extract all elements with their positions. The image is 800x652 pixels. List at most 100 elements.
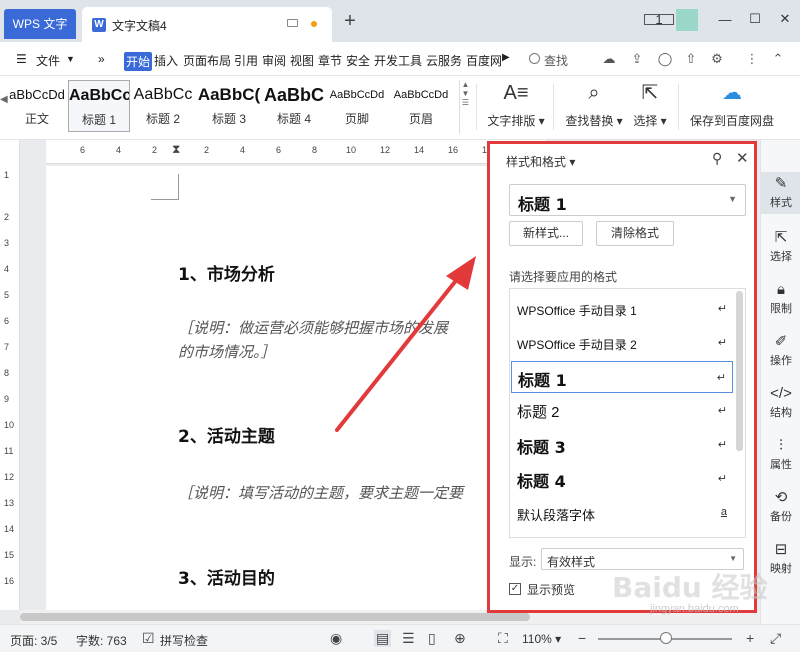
scrollbar-thumb[interactable] bbox=[20, 613, 530, 621]
fit-page-icon[interactable]: ⛶ bbox=[498, 630, 508, 647]
web-view-icon[interactable]: ⊕ bbox=[454, 630, 466, 647]
share-icon[interactable]: ⇪ bbox=[628, 51, 646, 67]
sidebar-item-styles[interactable]: ✎ 样式 bbox=[761, 172, 800, 214]
style-header[interactable]: AaBbCcDd 页眉 bbox=[390, 80, 452, 132]
list-item-selected[interactable]: 标题 1 ↵ bbox=[511, 361, 733, 393]
reading-view-icon[interactable]: ▯ bbox=[428, 630, 436, 647]
sidebar-item-structure[interactable]: </> 结构 bbox=[761, 384, 800, 420]
zoom-level[interactable]: 110% ▾ bbox=[522, 632, 561, 646]
unsaved-dot-icon bbox=[311, 21, 317, 27]
spellcheck-label[interactable]: 拼写检查 bbox=[160, 632, 208, 649]
sidebar-item-actions[interactable]: ✐ 操作 bbox=[761, 332, 800, 368]
style-heading-2[interactable]: AaBbCc 标题 2 bbox=[132, 80, 194, 132]
heading-activity-purpose[interactable]: 3、活动目的 bbox=[178, 564, 275, 589]
title-bar: WPS 文字 W 文字文稿4 + 1 — ☐ ✕ bbox=[0, 0, 800, 42]
settings-gear-icon[interactable]: ⚙ bbox=[708, 51, 726, 67]
note-paragraph-1[interactable]: ［说明：做运营必须能够把握市场的发展 的市场情况。］ bbox=[178, 316, 448, 364]
checkbox-icon[interactable]: ☑ bbox=[142, 630, 155, 647]
new-tab-button[interactable]: + bbox=[338, 10, 362, 33]
menu-view[interactable]: 视图 bbox=[290, 52, 314, 69]
window-controls: 1 — ☐ ✕ bbox=[644, 0, 800, 38]
list-item[interactable]: 标题 2 ↵ bbox=[511, 395, 733, 427]
sidebar-item-restrict[interactable]: 🔒︎ 限制 bbox=[761, 280, 800, 316]
gallery-scrollbar[interactable]: ▲ ▼ ☰ bbox=[459, 80, 471, 134]
search-label[interactable]: 查找 bbox=[544, 52, 568, 69]
wps-home-tab[interactable]: WPS 文字 bbox=[4, 9, 76, 39]
list-item[interactable]: WPSOffice 手动目录 2 ↵ bbox=[511, 327, 733, 359]
zoom-out-icon[interactable]: − bbox=[578, 630, 586, 646]
eye-icon[interactable]: ◉ bbox=[330, 630, 342, 647]
ribbon-divider bbox=[476, 84, 477, 130]
menu-overflow-icon[interactable]: » bbox=[98, 52, 105, 66]
search-icon[interactable] bbox=[529, 53, 540, 64]
monitor-icon[interactable] bbox=[287, 19, 298, 27]
menu-page-layout[interactable]: 页面布局 bbox=[183, 52, 231, 69]
cloud-sync-icon[interactable]: ☁ bbox=[600, 51, 618, 67]
document-tab[interactable]: W 文字文稿4 bbox=[82, 7, 332, 42]
text-layout-button[interactable]: A≡ 文字排版 ▾ bbox=[486, 80, 546, 129]
list-item[interactable]: 默认段落字体 a bbox=[511, 497, 733, 529]
ribbon-divider bbox=[553, 84, 554, 130]
find-replace-button[interactable]: ⌕ 查找替换 ▾ bbox=[564, 80, 624, 129]
clear-format-button[interactable]: 清除格式 bbox=[596, 221, 674, 246]
export-icon[interactable]: ⇧ bbox=[682, 51, 700, 67]
menu-home[interactable]: 开始 bbox=[124, 52, 153, 71]
list-item[interactable]: 标题 3 ↵ bbox=[511, 429, 733, 461]
file-chevron-down-icon[interactable]: ▼ bbox=[66, 54, 75, 64]
panel-title[interactable]: 样式和格式 ▾ bbox=[506, 153, 575, 170]
new-style-button[interactable]: 新样式... bbox=[509, 221, 583, 246]
style-normal[interactable]: aBbCcDd 正文 bbox=[8, 80, 66, 132]
fullscreen-icon[interactable]: ⤢ bbox=[770, 630, 781, 647]
sidebar-item-backup[interactable]: ⟲ 备份 bbox=[761, 488, 800, 524]
menu-file[interactable]: 文件 bbox=[36, 52, 60, 69]
page-indicator[interactable]: 页面: 3/5 bbox=[10, 632, 57, 649]
style-footer[interactable]: AaBbCcDd 页脚 bbox=[326, 80, 388, 132]
close-icon[interactable]: ✕ bbox=[736, 149, 749, 167]
menu-security[interactable]: 安全 bbox=[346, 52, 370, 69]
save-to-baidu-button[interactable]: ☁ 保存到百度网盘 bbox=[686, 80, 778, 129]
menu-cloud[interactable]: 云服务 bbox=[426, 52, 462, 69]
mapping-icon: ⊟ bbox=[774, 541, 788, 558]
zoom-slider-knob[interactable] bbox=[660, 632, 672, 644]
style-heading-1[interactable]: AaBbCcI 标题 1 bbox=[68, 80, 130, 132]
document-page[interactable]: 1、市场分析 ［说明：做运营必须能够把握市场的发展 的市场情况。］ 2、活动主题… bbox=[46, 166, 546, 624]
heading-market-analysis[interactable]: 1、市场分析 bbox=[178, 260, 275, 285]
hamburger-icon[interactable]: ☰ bbox=[16, 52, 27, 66]
window-badge[interactable]: 1 bbox=[644, 12, 674, 27]
page-view-icon[interactable]: ▤ bbox=[374, 630, 392, 647]
list-item[interactable]: WPSOffice 手动目录 1 ↵ bbox=[511, 293, 733, 325]
collapse-ribbon-icon[interactable]: ⌃ bbox=[769, 51, 787, 67]
sidebar-item-select[interactable]: ⇱ 选择 bbox=[761, 228, 800, 264]
menu-review[interactable]: 审阅 bbox=[262, 52, 286, 69]
comment-icon[interactable]: ◯ bbox=[656, 51, 674, 67]
show-preview-checkbox[interactable]: ✓ bbox=[509, 583, 521, 595]
chevron-down-icon: ▼ bbox=[728, 194, 737, 204]
zoom-in-icon[interactable]: + bbox=[746, 630, 754, 646]
current-style-dropdown[interactable]: 标题 1 ▼ bbox=[509, 184, 746, 216]
pin-icon[interactable]: ⚲ bbox=[712, 150, 722, 167]
menu-insert[interactable]: 插入 bbox=[154, 52, 178, 69]
menu-references[interactable]: 引用 bbox=[234, 52, 258, 69]
select-button[interactable]: ⇱ 选择 ▾ bbox=[630, 80, 670, 129]
menu-baidu[interactable]: 百度网 bbox=[466, 52, 502, 69]
sidebar-item-properties[interactable]: ⫶ 属性 bbox=[761, 436, 800, 472]
list-item[interactable]: 标题 4 ↵ bbox=[511, 463, 733, 495]
outline-view-icon[interactable]: ☰ bbox=[402, 630, 415, 647]
close-window-icon[interactable]: ✕ bbox=[770, 11, 800, 27]
note-paragraph-2[interactable]: ［说明：填写活动的主题，要求主题一定要 bbox=[178, 481, 463, 505]
style-heading-3[interactable]: AaBbC( 标题 3 bbox=[196, 80, 262, 132]
style-heading-4[interactable]: AaBbC 标题 4 bbox=[262, 80, 326, 132]
more-options-icon[interactable]: ⋮ bbox=[743, 51, 761, 67]
baidu-watermark-url: jingyan.baidu.com bbox=[650, 603, 739, 615]
list-scrollbar[interactable] bbox=[736, 291, 743, 451]
maximize-icon[interactable]: ☐ bbox=[740, 11, 770, 27]
minimize-icon[interactable]: — bbox=[710, 12, 740, 27]
word-count[interactable]: 字数: 763 bbox=[76, 632, 127, 649]
menu-developer[interactable]: 开发工具 bbox=[374, 52, 422, 69]
heading-activity-theme[interactable]: 2、活动主题 bbox=[178, 422, 275, 447]
menu-scroll-right-icon[interactable]: ▶ bbox=[502, 52, 510, 63]
document-tab-title: 文字文稿4 bbox=[112, 19, 167, 33]
panel-header: 样式和格式 ▾ ⚲ ✕ bbox=[490, 144, 754, 174]
menu-section[interactable]: 章节 bbox=[318, 52, 342, 69]
indent-marker-icon[interactable]: ⧗ bbox=[172, 142, 180, 157]
